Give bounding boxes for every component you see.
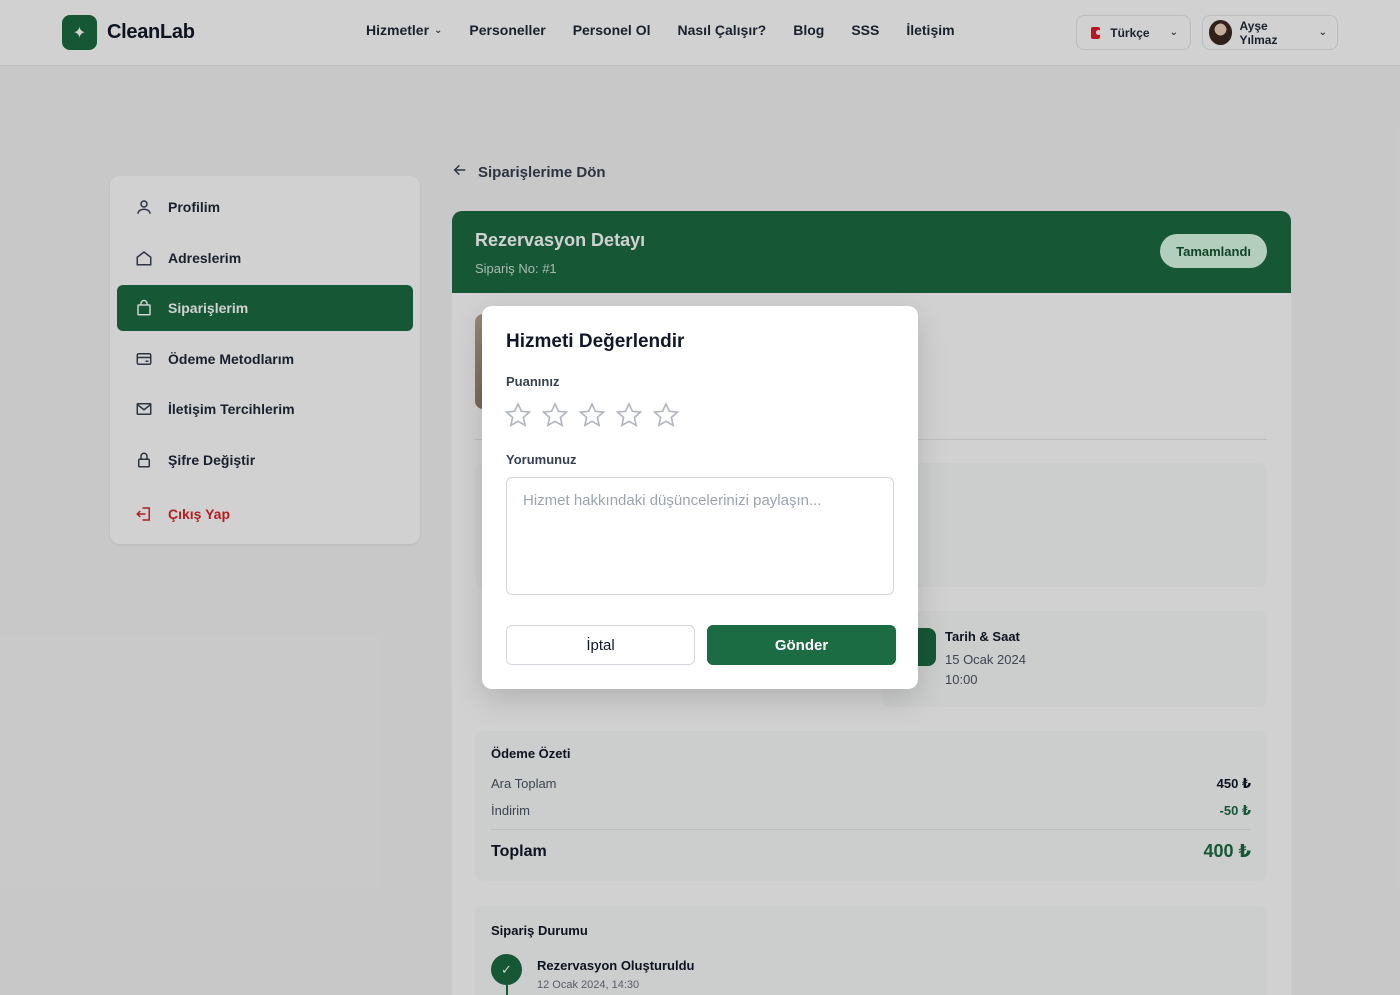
star-rating: [504, 401, 680, 429]
star-icon[interactable]: [541, 401, 569, 429]
star-icon[interactable]: [652, 401, 680, 429]
modal-title: Hizmeti Değerlendir: [506, 331, 685, 352]
cancel-button[interactable]: İptal: [506, 625, 695, 665]
star-icon[interactable]: [504, 401, 532, 429]
rate-service-modal: Hizmeti Değerlendir Puanınız Yorumunuz İ…: [482, 306, 918, 689]
star-icon[interactable]: [578, 401, 606, 429]
comment-textarea[interactable]: [506, 477, 894, 595]
rating-label: Puanınız: [506, 374, 560, 389]
submit-button[interactable]: Gönder: [707, 625, 896, 665]
star-icon[interactable]: [615, 401, 643, 429]
comment-label: Yorumunuz: [506, 452, 577, 467]
